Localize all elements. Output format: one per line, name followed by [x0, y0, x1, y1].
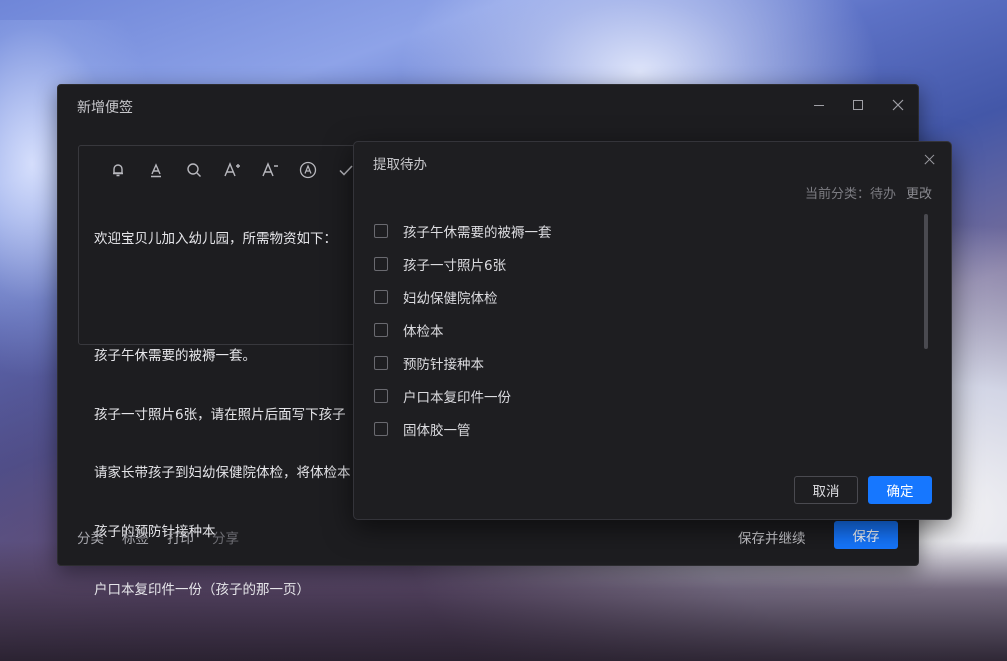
scrollbar[interactable]	[924, 214, 928, 349]
category-label: 当前分类：待办	[804, 187, 896, 202]
list-item[interactable]: 固体胶一管	[374, 412, 914, 445]
save-button[interactable]: 保存	[834, 521, 898, 549]
save-and-continue-button[interactable]: 保存并继续	[738, 527, 806, 547]
note-line: 户口本复印件一份（孩子的那一页）	[94, 582, 310, 598]
window-title: 新增便签	[77, 100, 133, 116]
maximize-button[interactable]	[848, 95, 868, 115]
checkbox[interactable]	[374, 256, 388, 271]
format-toolbar	[99, 158, 365, 182]
bell-icon[interactable]	[99, 158, 137, 182]
close-button[interactable]	[888, 95, 908, 115]
list-item[interactable]: 体检本	[374, 313, 914, 346]
note-line: 孩子一寸照片6张，请在照片后面写下孩子	[94, 406, 346, 423]
font-increase-icon[interactable]	[213, 158, 251, 182]
note-content[interactable]: 欢迎宝贝儿加入幼儿园，所需物资如下： 孩子午休需要的被褥一套。 孩子一寸照片6张…	[94, 191, 394, 640]
dialog-title: 提取待办	[373, 157, 427, 173]
item-label: 户口本复印件一份	[403, 389, 511, 406]
text-format-icon[interactable]	[137, 158, 175, 182]
category-link[interactable]: 分类	[77, 527, 104, 547]
extract-icon[interactable]	[289, 158, 327, 182]
list-item[interactable]: 妇幼保健院体检	[374, 280, 914, 313]
checkbox[interactable]	[374, 322, 388, 337]
list-item[interactable]: 孩子一寸照片6张	[374, 247, 914, 280]
print-link[interactable]: 打印	[167, 527, 194, 547]
note-line: 孩子午休需要的被褥一套。	[94, 348, 256, 364]
checkbox[interactable]	[374, 421, 388, 436]
note-edit-area[interactable]: 欢迎宝贝儿加入幼儿园，所需物资如下： 孩子午休需要的被褥一套。 孩子一寸照片6张…	[78, 145, 400, 598]
confirm-button[interactable]: 确定	[868, 476, 932, 504]
minimize-button[interactable]	[809, 95, 829, 115]
tag-link[interactable]: 标签	[122, 527, 149, 547]
share-link[interactable]: 分享	[212, 527, 239, 547]
list-item[interactable]: 预防针接种本	[374, 346, 914, 379]
item-label: 体检本	[403, 323, 444, 340]
cancel-button[interactable]: 取消	[794, 476, 858, 504]
list-item[interactable]: 户口本复印件一份	[374, 379, 914, 412]
item-label: 固体胶一管	[403, 422, 471, 439]
item-label: 孩子午休需要的被褥一套	[403, 224, 552, 241]
note-line: 请家长带孩子到妇幼保健院体检，将体检本	[94, 465, 351, 481]
checkbox[interactable]	[374, 388, 388, 403]
current-category: 当前分类：待办 更改	[805, 183, 932, 202]
checkbox[interactable]	[374, 289, 388, 304]
extract-todo-dialog: 提取待办 当前分类：待办 更改 孩子午休需要的被褥一套 孩子一寸照片6张 妇幼保…	[353, 141, 952, 520]
checkbox[interactable]	[374, 223, 388, 238]
close-icon	[892, 99, 904, 111]
note-line	[94, 289, 394, 309]
item-label: 妇幼保健院体检	[403, 290, 498, 307]
search-icon[interactable]	[175, 158, 213, 182]
item-label: 预防针接种本	[403, 356, 484, 373]
close-icon[interactable]	[922, 152, 938, 168]
todo-list: 孩子午休需要的被褥一套 孩子一寸照片6张 妇幼保健院体检 体检本 预防针接种本 …	[374, 214, 914, 445]
list-item[interactable]: 孩子午休需要的被褥一套	[374, 214, 914, 247]
item-label: 孩子一寸照片6张	[403, 257, 507, 274]
change-category-link[interactable]: 更改	[906, 183, 932, 202]
checkbox[interactable]	[374, 355, 388, 370]
note-line: 欢迎宝贝儿加入幼儿园，所需物资如下：	[94, 231, 337, 247]
bottom-links: 分类 标签 打印 分享	[77, 527, 239, 547]
font-decrease-icon[interactable]	[251, 158, 289, 182]
